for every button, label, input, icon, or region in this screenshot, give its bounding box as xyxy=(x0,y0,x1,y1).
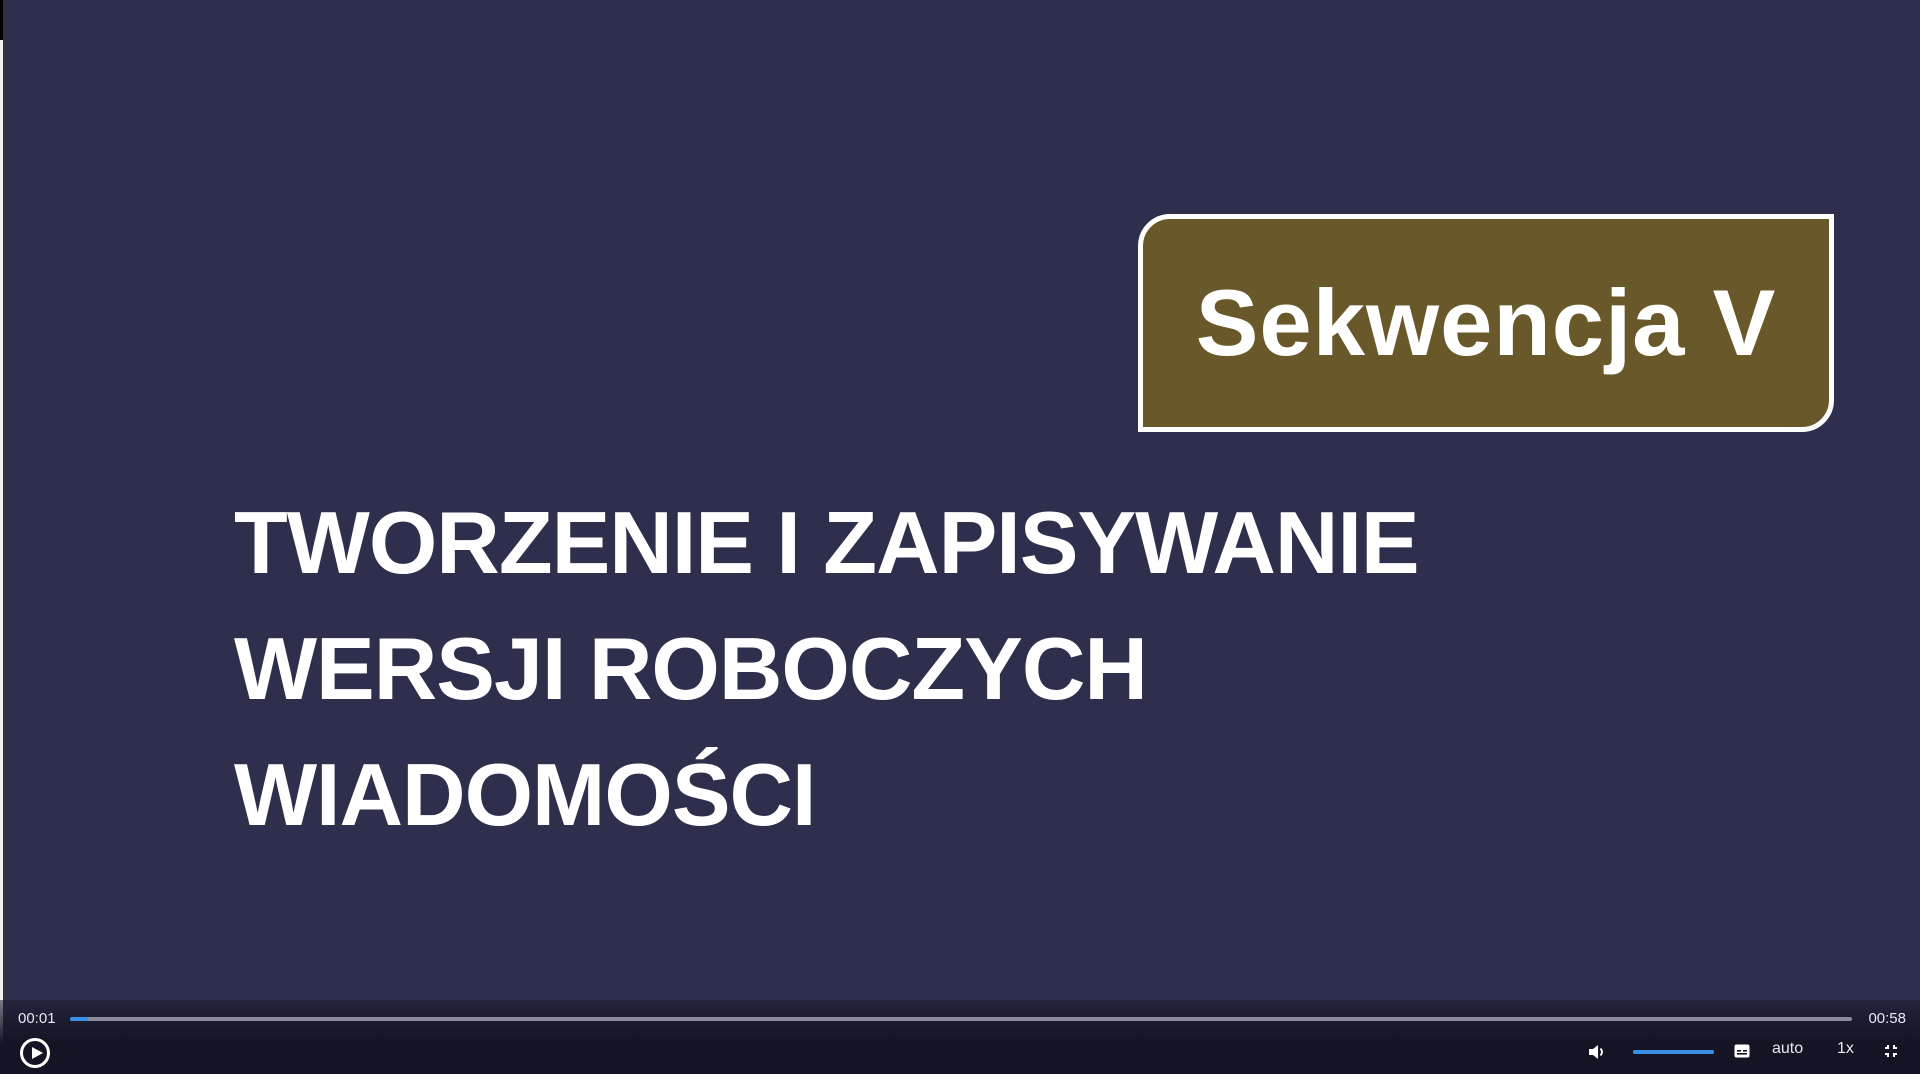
current-time: 00:01 xyxy=(18,1010,56,1027)
title-line-1: TWORZENIE I ZAPISYWANIE xyxy=(234,493,1420,592)
title-line-2: WERSJI ROBOCZYCH xyxy=(234,619,1148,718)
progress-bar[interactable] xyxy=(70,1017,1852,1021)
volume-fill xyxy=(1633,1050,1714,1054)
play-icon[interactable] xyxy=(20,1038,50,1068)
exit-fullscreen-icon[interactable] xyxy=(1884,1044,1898,1058)
title-line-3: WIADOMOŚCI xyxy=(234,745,817,844)
volume-icon[interactable] xyxy=(1588,1044,1606,1060)
progress-fill xyxy=(70,1017,88,1021)
speed-selector[interactable]: 1x xyxy=(1837,1040,1854,1058)
player-controls: 00:01 00:58 auto 1x xyxy=(0,1000,1920,1074)
captions-icon[interactable] xyxy=(1734,1044,1750,1058)
slide-title: TWORZENIE I ZAPISYWANIE WERSJI ROBOCZYCH… xyxy=(234,480,1734,858)
quality-selector[interactable]: auto xyxy=(1772,1040,1803,1058)
video-frame[interactable]: Sekwencja V TWORZENIE I ZAPISYWANIE WERS… xyxy=(0,0,1920,1014)
sequence-label: Sekwencja V xyxy=(1195,270,1777,375)
volume-slider[interactable] xyxy=(1633,1050,1714,1054)
video-player[interactable]: Sekwencja V TWORZENIE I ZAPISYWANIE WERS… xyxy=(0,0,1920,1074)
total-time: 00:58 xyxy=(1868,1010,1906,1027)
sequence-badge: Sekwencja V xyxy=(1138,214,1834,432)
